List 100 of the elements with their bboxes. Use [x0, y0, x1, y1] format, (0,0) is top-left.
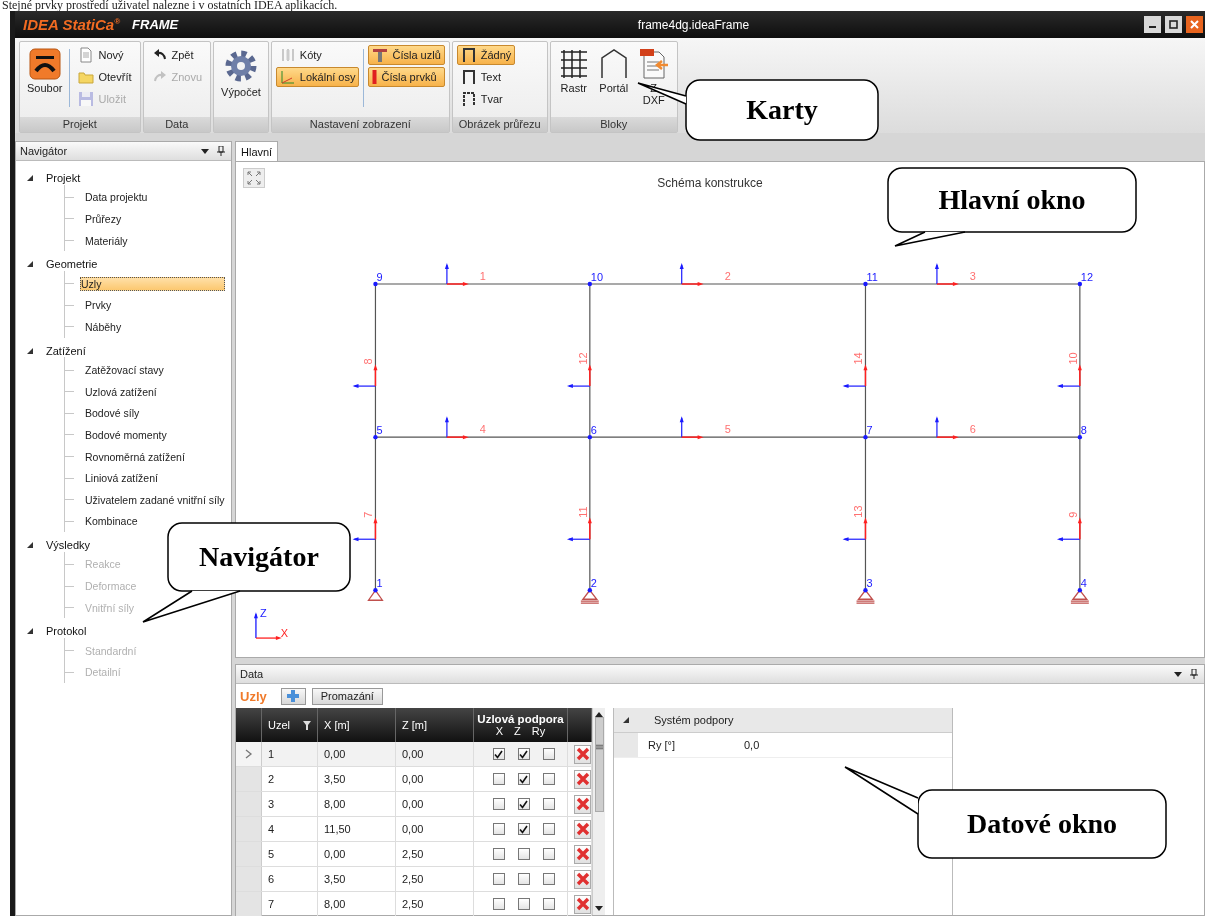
tree-item[interactable]: Výsledky: [26, 538, 91, 551]
checkbox[interactable]: [517, 873, 530, 885]
checkbox[interactable]: [517, 823, 530, 835]
tree-item[interactable]: Náběhy: [80, 316, 127, 337]
node-point: [587, 281, 593, 287]
pin-icon[interactable]: [1190, 669, 1198, 679]
ribbon-button[interactable]: Text: [456, 67, 516, 87]
maximize-button[interactable]: [1165, 16, 1182, 33]
checkbox[interactable]: [542, 898, 555, 910]
checkbox[interactable]: [492, 873, 505, 885]
ribbon-button[interactable]: Zpět: [147, 45, 207, 65]
checkbox[interactable]: [492, 748, 505, 760]
expand-icon[interactable]: [26, 627, 34, 636]
ribbon-button[interactable]: Otevřít: [74, 67, 136, 87]
tree-item[interactable]: Liniová zatížení: [80, 468, 163, 489]
member-label: 14: [852, 352, 865, 365]
minimize-button[interactable]: [1144, 16, 1161, 33]
ribbon-button[interactable]: Výpočet: [218, 45, 264, 101]
ribbon-button[interactable]: Lokální osy: [275, 67, 360, 87]
tree-item[interactable]: Průřezy: [80, 209, 127, 229]
ribbon-button[interactable]: Soubor: [24, 45, 66, 97]
node-point: [1077, 588, 1083, 593]
column-header[interactable]: X [m]: [324, 719, 350, 731]
tree-item[interactable]: Zatěžovací stavy: [80, 360, 169, 381]
checkbox[interactable]: [517, 773, 530, 785]
dropdown-icon[interactable]: [201, 148, 209, 154]
delete-button[interactable]: [574, 769, 591, 789]
delete-button[interactable]: [574, 894, 591, 914]
dropdown-icon[interactable]: [1174, 671, 1182, 677]
expand-icon[interactable]: [26, 540, 34, 549]
tree-item[interactable]: Materiály: [80, 230, 133, 251]
document-icon: [78, 47, 95, 63]
checkbox[interactable]: [517, 748, 530, 760]
expand-icon[interactable]: [26, 260, 34, 269]
scrollbar[interactable]: [592, 708, 605, 915]
ribbon-button[interactable]: Čísla uzlů: [368, 45, 445, 65]
tree-item[interactable]: Kombinace: [80, 511, 143, 532]
ribbon-button[interactable]: Rastr: [554, 45, 593, 97]
checkbox[interactable]: [542, 873, 555, 885]
tree-item[interactable]: Rovnoměrná zatížení: [80, 446, 190, 467]
clear-button[interactable]: Promazání: [311, 687, 383, 705]
table-cell: 8,00: [324, 798, 346, 810]
ribbon-button[interactable]: Nový: [74, 45, 136, 65]
checkbox[interactable]: [542, 848, 555, 860]
delete-button[interactable]: [574, 819, 591, 839]
scroll-thumb[interactable]: [594, 717, 604, 812]
panel-title: Data: [240, 668, 264, 680]
tree-item[interactable]: Protokol: [26, 625, 87, 638]
ribbon-button[interactable]: Portál: [594, 45, 633, 97]
member-label: 10: [1066, 352, 1079, 365]
checkbox[interactable]: [492, 898, 505, 910]
pin-icon[interactable]: [217, 146, 225, 156]
zoom-extents-icon: [247, 171, 261, 185]
scroll-down-icon[interactable]: [595, 906, 603, 911]
table-cell: 0,00: [402, 823, 424, 835]
local-axes-icon: [566, 364, 592, 389]
column-header: X: [495, 725, 504, 737]
checkbox[interactable]: [492, 848, 505, 860]
delete-button[interactable]: [574, 744, 591, 764]
expand-icon[interactable]: [26, 173, 34, 182]
filter-icon[interactable]: [303, 720, 311, 730]
expand-icon[interactable]: [26, 346, 34, 355]
checkbox[interactable]: [542, 748, 555, 760]
ribbon-button[interactable]: Kóty: [275, 45, 360, 65]
tree-item[interactable]: Zatížení: [26, 344, 86, 357]
add-button[interactable]: [280, 687, 306, 705]
ribbon-button[interactable]: Čísla prvků: [368, 67, 445, 87]
tree-item[interactable]: Uzlová zatížení: [80, 381, 162, 402]
checkbox[interactable]: [492, 798, 505, 810]
tree-item[interactable]: Prvky: [80, 295, 117, 316]
delete-button[interactable]: [574, 794, 591, 814]
member-label: 6: [969, 423, 976, 436]
group-label: Nastavení zobrazení: [271, 117, 449, 132]
checkbox[interactable]: [517, 898, 530, 910]
delete-button[interactable]: [574, 869, 591, 889]
ribbon-button[interactable]: Žádný: [456, 45, 516, 65]
close-button[interactable]: [1186, 16, 1203, 33]
close-icon: [575, 772, 590, 786]
node-label: 7: [866, 424, 873, 437]
expand-icon[interactable]: [622, 716, 630, 724]
tree-item[interactable]: Uživatelem zadané vnitřní síly: [80, 489, 230, 510]
checkbox[interactable]: [542, 823, 555, 835]
checkbox[interactable]: [517, 798, 530, 810]
ribbon-button[interactable]: Tvar: [456, 89, 516, 109]
delete-button[interactable]: [574, 844, 591, 864]
tree-item[interactable]: Uzly: [80, 276, 225, 291]
checkbox[interactable]: [517, 848, 530, 860]
zoom-extents-button[interactable]: [243, 168, 265, 188]
checkbox[interactable]: [542, 773, 555, 785]
checkbox[interactable]: [492, 773, 505, 785]
tree-item[interactable]: Geometrie: [26, 258, 98, 271]
checkbox[interactable]: [542, 798, 555, 810]
tab[interactable]: Hlavní: [235, 141, 279, 161]
dxf-file-icon: [637, 48, 670, 80]
tree-item[interactable]: Projekt: [26, 171, 81, 184]
tree-item[interactable]: Bodové síly: [80, 403, 145, 424]
column-header[interactable]: Z [m]: [402, 719, 428, 731]
tree-item[interactable]: Data projektu: [80, 187, 153, 208]
checkbox[interactable]: [492, 823, 505, 835]
tree-item[interactable]: Bodové momenty: [80, 424, 172, 445]
